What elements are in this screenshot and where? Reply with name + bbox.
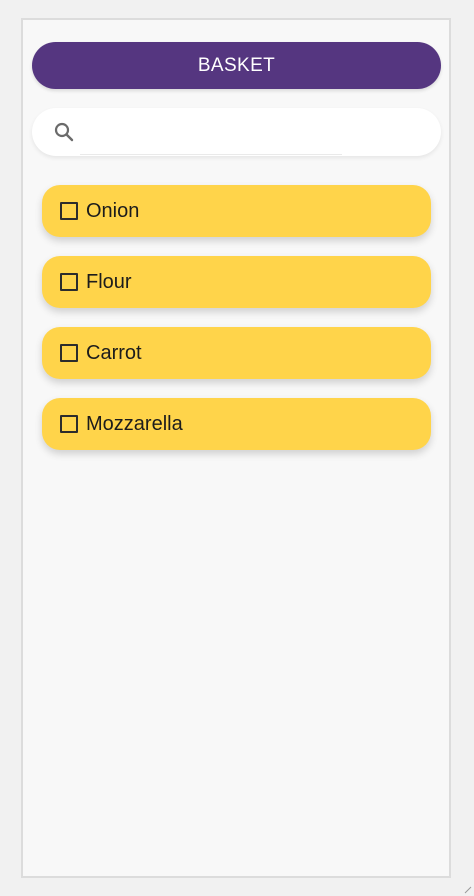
item-label: Flour [86, 270, 132, 293]
basket-button[interactable]: BASKET [32, 42, 441, 89]
basket-list: Onion Flour Carrot Mozzarella [42, 185, 431, 469]
item-label: Onion [86, 199, 140, 222]
list-item[interactable]: Mozzarella [42, 398, 431, 450]
list-item[interactable]: Carrot [42, 327, 431, 379]
search-underline [80, 154, 342, 155]
search-bar[interactable] [32, 108, 441, 156]
search-icon [54, 122, 74, 142]
search-input[interactable] [88, 116, 412, 150]
list-item[interactable]: Onion [42, 185, 431, 237]
item-label: Mozzarella [86, 412, 183, 435]
checkbox[interactable] [60, 273, 78, 291]
resize-handle-icon[interactable] [464, 886, 472, 894]
item-label: Carrot [86, 341, 142, 364]
basket-title: BASKET [197, 54, 276, 76]
list-item[interactable]: Flour [42, 256, 431, 308]
checkbox[interactable] [60, 415, 78, 433]
checkbox[interactable] [60, 202, 78, 220]
checkbox[interactable] [60, 344, 78, 362]
